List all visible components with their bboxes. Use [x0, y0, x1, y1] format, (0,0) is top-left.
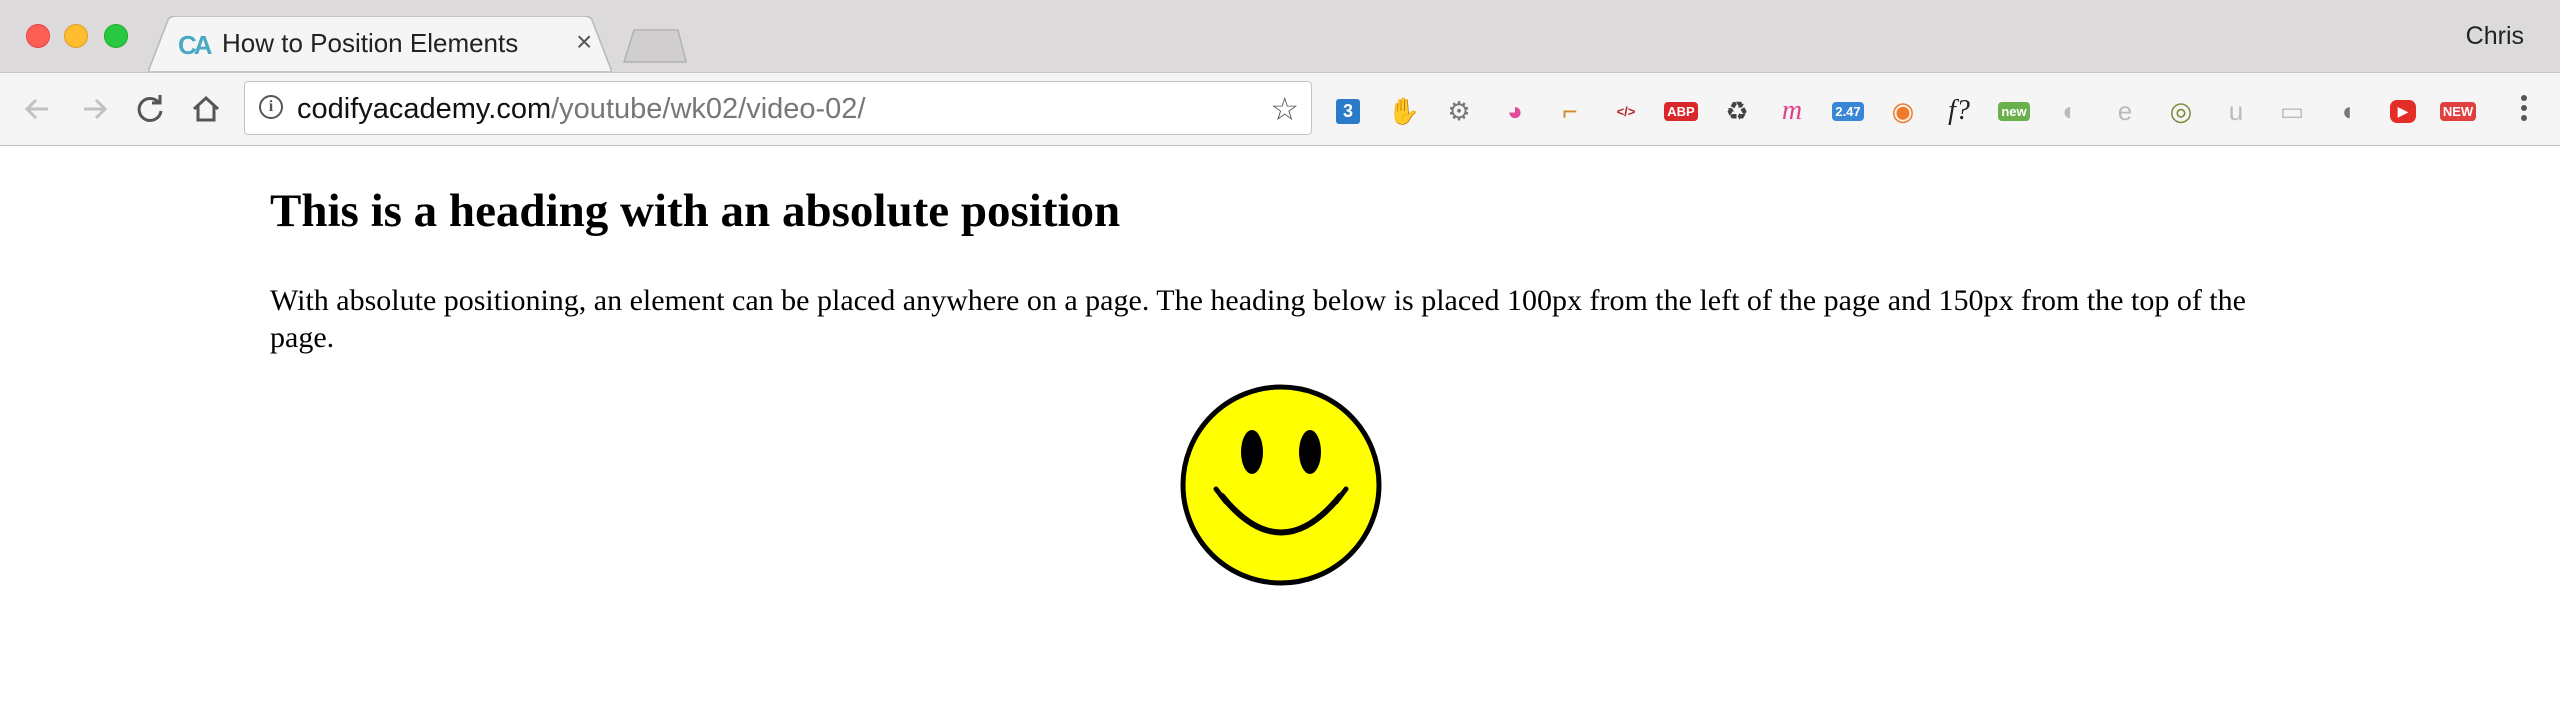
u-icon[interactable]: u	[2218, 93, 2254, 129]
audio-icon[interactable]: ◖	[2329, 93, 2365, 129]
page-content: This is a heading with an absolute posit…	[0, 146, 2560, 704]
address-bar[interactable]: i codifyacademy.com/youtube/wk02/video-0…	[244, 81, 1312, 135]
new-tab-button[interactable]	[622, 28, 688, 64]
profile-name[interactable]: Chris	[2466, 22, 2524, 51]
page-heading: This is a heading with an absolute posit…	[270, 185, 1121, 237]
tab-strip: CA How to Position Elements × Chris	[0, 0, 2560, 72]
youtube-icon[interactable]: ▶	[2385, 93, 2421, 129]
tab-close-icon[interactable]: ×	[576, 26, 592, 58]
adblock-plus-icon[interactable]: ABP	[1663, 93, 1699, 129]
speed-gauge-icon[interactable]: 2.47	[1830, 93, 1866, 129]
chat-icon[interactable]: ▭	[2274, 93, 2310, 129]
e-icon[interactable]: e	[2107, 93, 2143, 129]
close-window-button[interactable]	[26, 24, 50, 48]
minimize-window-button[interactable]	[64, 24, 88, 48]
page-paragraph: With absolute positioning, an element ca…	[270, 284, 2246, 354]
recycle-icon[interactable]: ♻	[1719, 93, 1755, 129]
compass-icon[interactable]: ◉	[1885, 93, 1921, 129]
screenshot-new-icon[interactable]: new	[1996, 93, 2032, 129]
tab-favicon-icon: CA	[178, 30, 213, 60]
active-tab[interactable]: CA How to Position Elements ×	[148, 16, 612, 72]
bookmark-star-icon[interactable]: ☆	[1270, 90, 1299, 128]
code-icon[interactable]: </>	[1608, 93, 1644, 129]
info-icon[interactable]: i	[259, 95, 283, 119]
back-arrow-icon[interactable]	[20, 91, 56, 127]
m-script-icon[interactable]: m	[1774, 93, 1810, 129]
ruler-icon[interactable]: ⌐	[1552, 93, 1588, 129]
forward-arrow-icon[interactable]	[76, 91, 112, 127]
browser-toolbar: i codifyacademy.com/youtube/wk02/video-0…	[0, 72, 2560, 146]
swirl-icon[interactable]: ◐	[2052, 93, 2088, 129]
css3-icon[interactable]: 3	[1330, 93, 1366, 129]
zoom-window-button[interactable]	[104, 24, 128, 48]
tab-title: How to Position Elements	[222, 28, 519, 58]
home-icon[interactable]	[188, 91, 224, 127]
gear-ext-icon[interactable]: ⚙	[1441, 93, 1477, 129]
color-wheel-icon[interactable]: ◕	[1497, 93, 1533, 129]
menu-icon[interactable]	[2514, 91, 2534, 125]
new-badge-icon[interactable]: NEW	[2439, 93, 2477, 129]
url-text[interactable]: codifyacademy.com/youtube/wk02/video-02/	[297, 93, 866, 126]
circle-ext-icon[interactable]: ◎	[2163, 93, 2199, 129]
ublock-icon[interactable]: ✋	[1386, 93, 1422, 129]
font-icon[interactable]: f?	[1941, 93, 1977, 129]
reload-icon[interactable]	[132, 91, 168, 127]
smiley-face-image	[1180, 384, 1382, 586]
